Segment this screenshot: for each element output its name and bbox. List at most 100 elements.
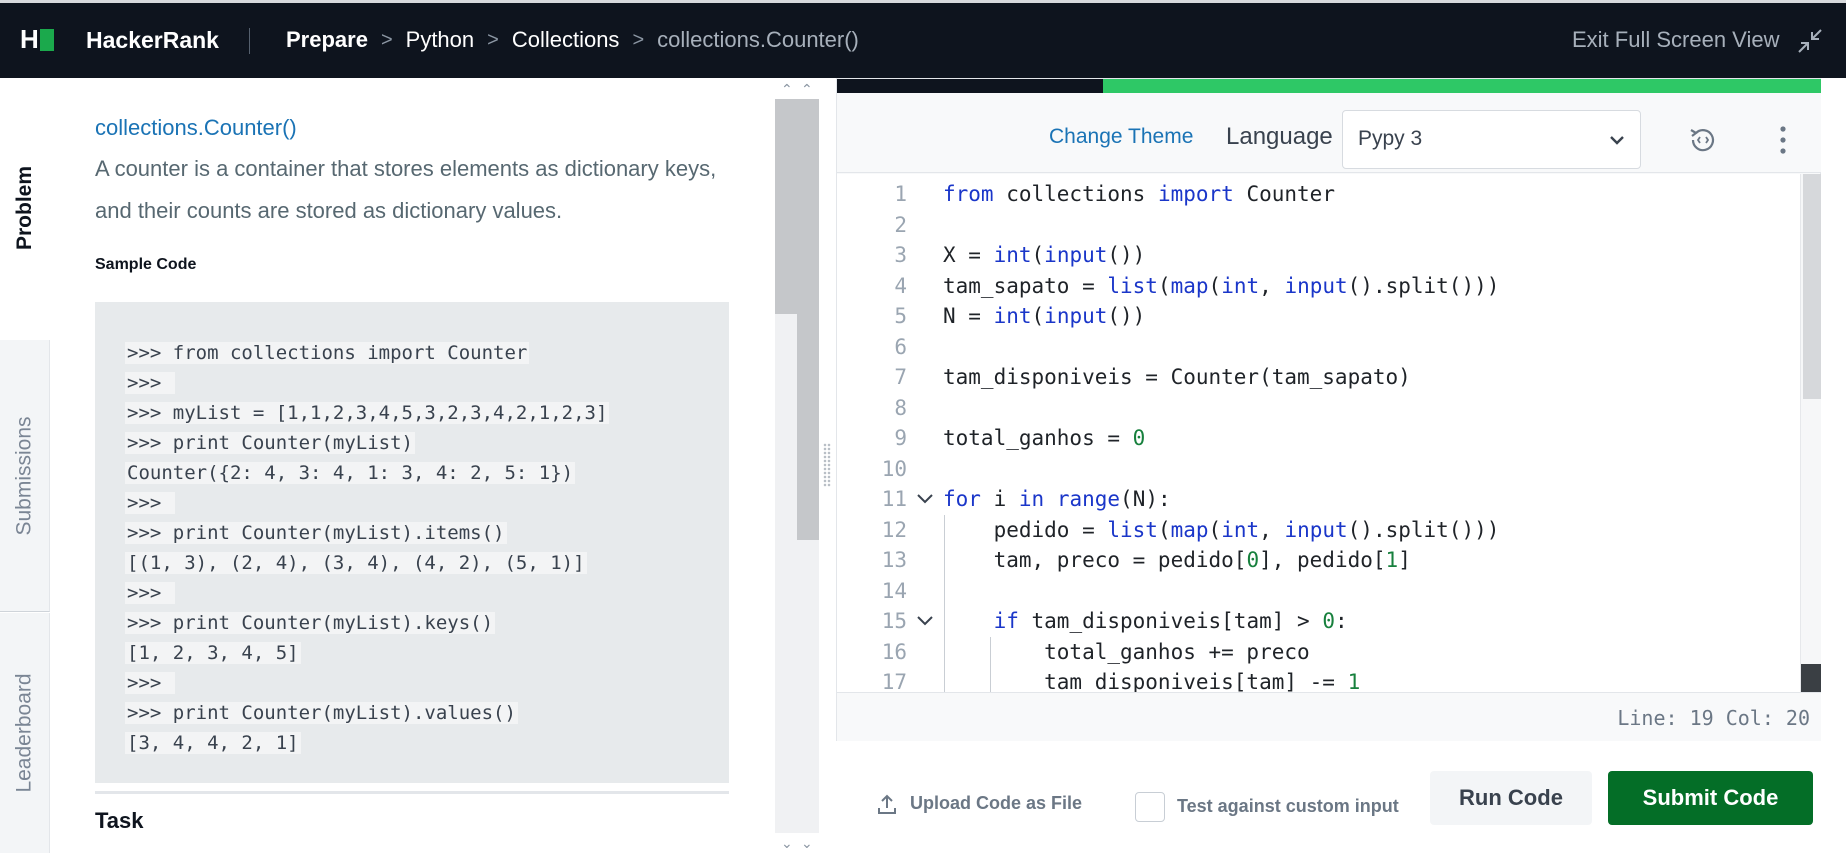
code-line[interactable]: 14 <box>837 576 1797 606</box>
chevron-right-icon: > <box>487 28 499 51</box>
code-line[interactable]: 11 for i in range(N): <box>837 484 1797 514</box>
tab-submissions[interactable]: Submissions <box>0 340 50 612</box>
language-select-value: Pypy 3 <box>1358 127 1423 150</box>
code-text: for i in range(N): <box>943 484 1171 514</box>
code-text: tam_disponiveis = Counter(tam_sapato) <box>943 362 1411 392</box>
submit-code-button[interactable]: Submit Code <box>1608 771 1813 825</box>
problem-statement-pane: collections.Counter() A counter is a con… <box>50 78 775 853</box>
breadcrumb-prepare[interactable]: Prepare <box>286 27 368 53</box>
code-token: input <box>1044 304 1108 328</box>
line-number: 17 <box>881 670 907 692</box>
brand-divider <box>249 28 250 54</box>
scroll-up-icon[interactable]: ⌃ <box>801 82 813 96</box>
scrollbar-thumb-secondary[interactable] <box>797 314 819 540</box>
code-token: pedido = <box>943 517 1108 542</box>
chevron-right-icon: > <box>380 28 393 51</box>
kebab-menu-icon[interactable] <box>1778 123 1788 157</box>
custom-input-label[interactable]: Test against custom input <box>1177 796 1399 817</box>
scrollbar-thumb[interactable] <box>775 99 819 314</box>
code-line[interactable]: 4 tam_sapato = list(map(int, input().spli… <box>837 271 1797 301</box>
breadcrumb-python[interactable]: Python <box>406 27 475 53</box>
code-area[interactable]: 1 from collections import Counter 2 3 X = in… <box>837 174 1822 692</box>
code-token: ( <box>1157 517 1171 542</box>
problem-description: A counter is a container that stores ele… <box>95 156 717 223</box>
code-token: map <box>1170 517 1209 542</box>
tab-problem[interactable]: Problem <box>0 78 50 338</box>
code-token: (N): <box>1120 487 1171 511</box>
upload-icon <box>878 794 896 814</box>
fold-chevron-icon[interactable] <box>915 484 935 514</box>
code-line[interactable]: 9 total_ganhos = 0 <box>837 423 1797 453</box>
language-select[interactable]: Pypy 3 <box>1342 110 1641 169</box>
sample-code-line: >>> print Counter(myList) <box>125 432 415 454</box>
code-token: tam, preco = pedido[ <box>943 548 1247 572</box>
code-token: collections <box>993 182 1158 206</box>
shrink-arrows-icon[interactable] <box>1797 28 1823 54</box>
code-line[interactable]: 15 if tam_disponiveis[tam] > 0: <box>837 606 1797 636</box>
scroll-down-icon[interactable]: ⌄ <box>781 836 793 850</box>
code-token: 0 <box>1246 548 1260 572</box>
scroll-up-icon[interactable]: ⌃ <box>781 82 793 96</box>
custom-input-checkbox[interactable] <box>1135 792 1165 822</box>
code-token: ()) <box>1107 304 1146 328</box>
line-number: 12 <box>881 517 907 542</box>
code-text: pedido = list(map(int, input().split())) <box>943 515 1500 545</box>
code-token: ( <box>1157 273 1171 298</box>
code-token: total_ganhos = <box>943 426 1133 450</box>
brand-name[interactable]: HackerRank <box>86 26 219 54</box>
code-line[interactable]: 12 pedido = list(map(int, input().split(… <box>837 515 1797 545</box>
fold-chevron-icon[interactable] <box>915 606 935 636</box>
code-line[interactable]: 1 from collections import Counter <box>837 179 1797 209</box>
code-line[interactable]: 16 total_ganhos += preco <box>837 637 1797 667</box>
change-theme-link[interactable]: Change Theme <box>1049 125 1193 149</box>
code-token: ().split())) <box>1347 273 1500 298</box>
pane-splitter[interactable] <box>819 78 836 853</box>
progress-fill <box>1103 79 1822 93</box>
exit-fullscreen-link[interactable]: Exit Full Screen View <box>1572 27 1779 53</box>
scroll-down-icon[interactable]: ⌄ <box>801 836 813 850</box>
code-token: input <box>1284 517 1348 542</box>
sample-code-line: >>> <box>125 672 175 694</box>
run-code-button[interactable]: Run Code <box>1430 771 1592 825</box>
drag-handle-icon[interactable] <box>823 443 831 487</box>
sample-code-block: >>> from collections import Counter >>> … <box>95 302 729 783</box>
code-token: , <box>1259 517 1285 542</box>
breadcrumb-collections[interactable]: Collections <box>512 27 620 53</box>
line-number: 9 <box>894 426 907 450</box>
language-label: Language <box>1226 123 1333 150</box>
sample-code-heading: Sample Code <box>95 256 197 273</box>
code-text: if tam_disponiveis[tam] > 0: <box>943 606 1348 636</box>
upload-code-label: Upload Code as File <box>910 793 1083 813</box>
code-token: list <box>1107 273 1158 298</box>
code-text: from collections import Counter <box>943 179 1335 209</box>
code-token: int <box>1221 273 1260 298</box>
code-text: tam, preco = pedido[0], pedido[1] <box>943 545 1411 575</box>
line-number: 4 <box>894 273 907 298</box>
code-line[interactable]: 2 <box>837 210 1797 240</box>
code-line[interactable]: 13 tam, preco = pedido[0], pedido[1] <box>837 545 1797 575</box>
upload-code-button[interactable]: Upload Code as File <box>878 793 1082 814</box>
code-text: total_ganhos = 0 <box>943 423 1145 453</box>
code-line[interactable]: 5 N = int(input()) <box>837 301 1797 331</box>
sample-code-line: [3, 4, 4, 2, 1] <box>125 732 301 754</box>
sample-code-line: >>> <box>125 372 175 394</box>
code-line[interactable]: 17 tam_disponiveis[tam] -= 1 <box>837 667 1797 692</box>
code-token: ], pedido[ <box>1259 548 1386 572</box>
code-line[interactable]: 6 <box>837 332 1797 362</box>
problem-scrollbar[interactable]: ⌃ ⌃ ⌄ ⌄ <box>775 78 819 853</box>
editor-scrollbar[interactable] <box>1800 174 1822 692</box>
history-icon[interactable] <box>1686 123 1720 157</box>
code-line[interactable]: 10 <box>837 454 1797 484</box>
code-line[interactable]: 8 <box>837 393 1797 423</box>
code-token: 1 <box>1347 670 1361 692</box>
hackerrank-logo-icon[interactable]: H <box>20 26 56 52</box>
code-line[interactable]: 3 X = int(input()) <box>837 240 1797 270</box>
code-line[interactable]: 7 tam_disponiveis = Counter(tam_sapato) <box>837 362 1797 392</box>
editor-scrollbar-thumb[interactable] <box>1803 174 1821 399</box>
tab-leaderboard[interactable]: Leaderboard <box>0 613 50 853</box>
problem-doc-link[interactable]: collections.Counter() <box>95 115 297 141</box>
sample-code-line: >>> myList = [1,1,2,3,4,5,3,2,3,4,2,1,2,… <box>125 402 610 424</box>
line-number: 2 <box>894 212 907 237</box>
tab-problem-label: Problem <box>13 165 36 251</box>
